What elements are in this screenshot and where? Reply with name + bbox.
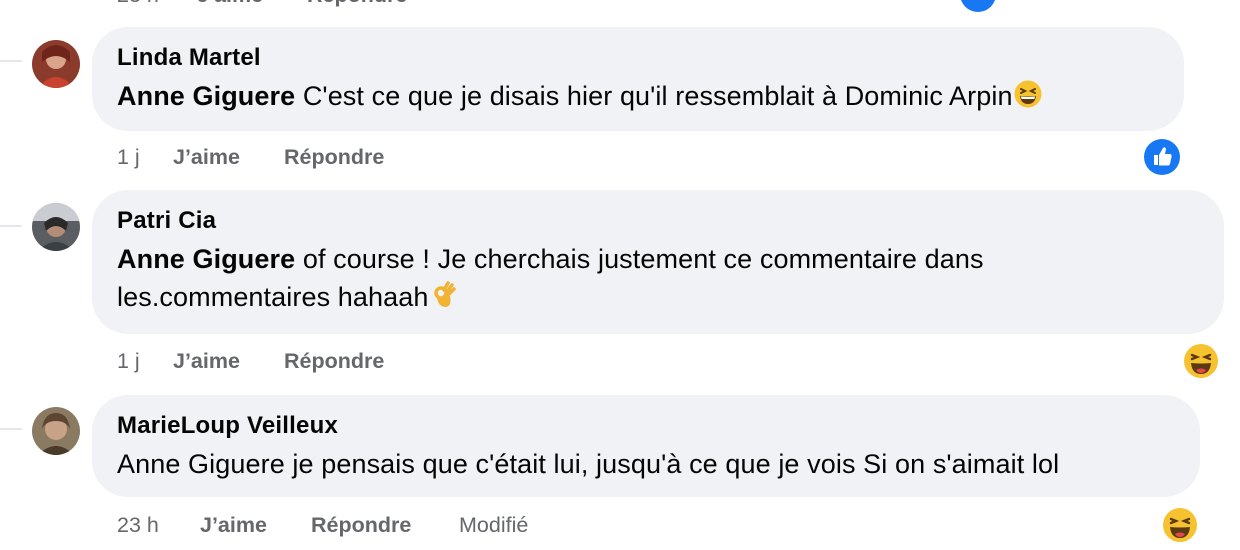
like-reaction-icon[interactable] xyxy=(960,0,996,12)
comment-text-content: C'est ce que je disais hier qu'il ressem… xyxy=(295,81,1013,111)
comment-author[interactable]: Patri Cia xyxy=(117,206,1198,236)
mention-link[interactable]: Anne Giguere xyxy=(117,244,295,274)
comment-text: Anne Giguere of course ! Je cherchais ju… xyxy=(117,240,1198,316)
avatar-image xyxy=(32,203,80,251)
comment-time: 23 h xyxy=(117,0,159,8)
haha-emoji-icon[interactable] xyxy=(1183,343,1219,379)
thread-connector xyxy=(0,60,22,62)
comment-time[interactable]: 1 j xyxy=(117,145,140,170)
edited-label: Modifié xyxy=(459,513,529,537)
comment-text-line2: les.commentaires hahaah xyxy=(117,282,429,312)
comment-bubble: Linda Martel Anne Giguere C'est ce que j… xyxy=(92,27,1184,131)
comment-text-line1: of course ! Je cherchais justement ce co… xyxy=(295,244,984,274)
comment-author[interactable]: Linda Martel xyxy=(117,43,1158,73)
like-button[interactable]: J’aime xyxy=(173,349,240,374)
comment-text: Anne Giguere je pensais que c'était lui,… xyxy=(117,449,1060,479)
thread-connector xyxy=(0,428,22,430)
comment-bubble: Patri Cia Anne Giguere of course ! Je ch… xyxy=(92,190,1224,334)
haha-emoji-icon[interactable] xyxy=(1162,507,1198,543)
reply-button[interactable]: Répondre xyxy=(284,349,384,374)
like-button[interactable]: J’aime xyxy=(173,145,240,170)
comment-text: Anne Giguere C'est ce que je disais hier… xyxy=(117,77,1158,115)
avatar[interactable] xyxy=(32,40,80,88)
like-button[interactable]: J’aime xyxy=(200,513,267,538)
grinning-squinting-face-icon xyxy=(1013,79,1043,109)
avatar[interactable] xyxy=(32,407,80,455)
avatar-image xyxy=(32,407,80,455)
comment-bubble: MarieLoup Veilleux Anne Giguere je pensa… xyxy=(92,395,1200,497)
comment-time[interactable]: 1 j xyxy=(117,349,140,374)
reply-button[interactable]: Répondre xyxy=(284,145,384,170)
mention-link[interactable]: Anne Giguere xyxy=(117,81,295,111)
thread-connector xyxy=(0,225,22,227)
comment-time[interactable]: 23 h xyxy=(117,513,159,538)
like-button[interactable]: J'aime xyxy=(197,0,263,8)
comment-author[interactable]: MarieLoup Veilleux xyxy=(117,411,1174,441)
reply-button[interactable]: Répondre xyxy=(311,513,411,538)
avatar[interactable] xyxy=(32,203,80,251)
like-thumb-icon[interactable] xyxy=(1144,139,1180,175)
ok-hand-icon xyxy=(428,280,458,310)
reply-button[interactable]: Répondre xyxy=(307,0,407,8)
avatar-image xyxy=(32,40,80,88)
